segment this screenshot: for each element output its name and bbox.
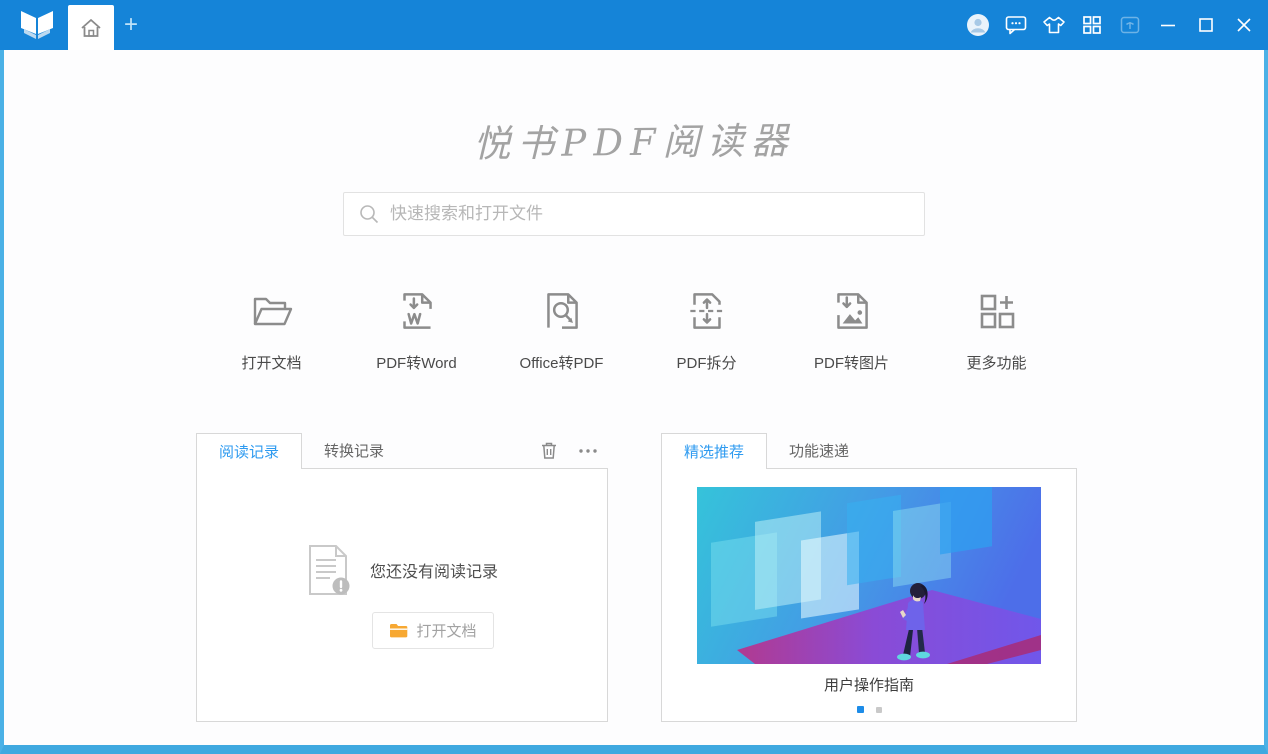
empty-document-icon [306, 542, 352, 598]
carousel-dot[interactable] [876, 707, 882, 713]
feature-label: 打开文档 [241, 352, 301, 373]
pdf-to-image-icon [827, 286, 877, 336]
more-ellipsis-icon[interactable] [578, 448, 598, 454]
carousel-dot-active[interactable] [857, 706, 864, 713]
pdf-split-icon [682, 286, 732, 336]
feature-pdf-to-word[interactable]: PDF转Word [369, 282, 465, 373]
home-icon [79, 17, 103, 39]
app-window: + [0, 0, 1268, 754]
office-to-pdf-icon [537, 286, 587, 336]
feature-pdf-to-image[interactable]: PDF转图片 [804, 282, 900, 373]
tab-home[interactable] [68, 5, 114, 50]
boss-key-icon[interactable] [1118, 13, 1142, 37]
minimize-button[interactable] [1156, 13, 1180, 37]
tab-reading-records[interactable]: 阅读记录 [196, 433, 302, 469]
carousel-dots [662, 706, 1076, 713]
records-panel: 阅读记录 转换记录 [196, 433, 608, 722]
records-panel-body: 您还没有阅读记录 打开文档 [196, 468, 608, 722]
folder-icon [389, 623, 408, 638]
feature-label: Office转PDF [520, 352, 604, 373]
search-input[interactable] [390, 204, 910, 224]
feature-label: PDF转Word [376, 352, 457, 373]
search-icon [358, 203, 380, 225]
recommend-panel-header: 精选推荐 功能速递 [661, 433, 1077, 468]
trash-icon[interactable] [540, 441, 558, 460]
close-button[interactable] [1232, 13, 1256, 37]
tab-feature-express[interactable]: 功能速递 [767, 433, 871, 468]
feature-label: 更多功能 [966, 352, 1026, 373]
feature-pdf-split[interactable]: PDF拆分 [659, 282, 755, 373]
feature-office-to-pdf[interactable]: Office转PDF [514, 282, 610, 373]
tab-featured-recommendations[interactable]: 精选推荐 [661, 433, 767, 469]
titlebar-right-icons [966, 0, 1256, 50]
feature-more-functions[interactable]: 更多功能 [949, 282, 1045, 373]
new-tab-button[interactable]: + [114, 0, 148, 50]
main-content: 悦书PDF阅读器 打开文档 [0, 50, 1268, 754]
open-document-button[interactable]: 打开文档 [372, 612, 493, 649]
feature-label: PDF拆分 [676, 352, 736, 373]
skin-theme-icon[interactable] [1042, 13, 1066, 37]
pdf-to-word-icon [392, 286, 442, 336]
search-box[interactable] [343, 192, 925, 236]
feature-shortcuts: 打开文档 PDF转Word Offic [4, 282, 1264, 373]
open-document-icon [246, 287, 298, 335]
app-logo-icon [20, 10, 54, 40]
tab-conversion-records[interactable]: 转换记录 [302, 433, 406, 468]
empty-records-text: 您还没有阅读记录 [370, 558, 498, 582]
recommend-panel-body: 用户操作指南 [661, 468, 1077, 722]
user-avatar[interactable] [966, 13, 990, 37]
feedback-message-icon[interactable] [1004, 13, 1028, 37]
recommend-panel: 精选推荐 功能速递 [661, 433, 1077, 722]
maximize-button[interactable] [1194, 13, 1218, 37]
feature-label: PDF转图片 [814, 352, 889, 373]
apps-grid-icon[interactable] [1080, 13, 1104, 37]
titlebar: + [0, 0, 1268, 50]
feature-open-document[interactable]: 打开文档 [224, 282, 320, 373]
banner-caption: 用户操作指南 [662, 674, 1076, 695]
brand-title: 悦书PDF阅读器 [4, 105, 1264, 172]
open-document-button-label: 打开文档 [416, 620, 476, 641]
more-features-icon [973, 287, 1021, 335]
recommendation-banner-image[interactable] [697, 487, 1041, 664]
records-panel-header: 阅读记录 转换记录 [196, 433, 608, 468]
